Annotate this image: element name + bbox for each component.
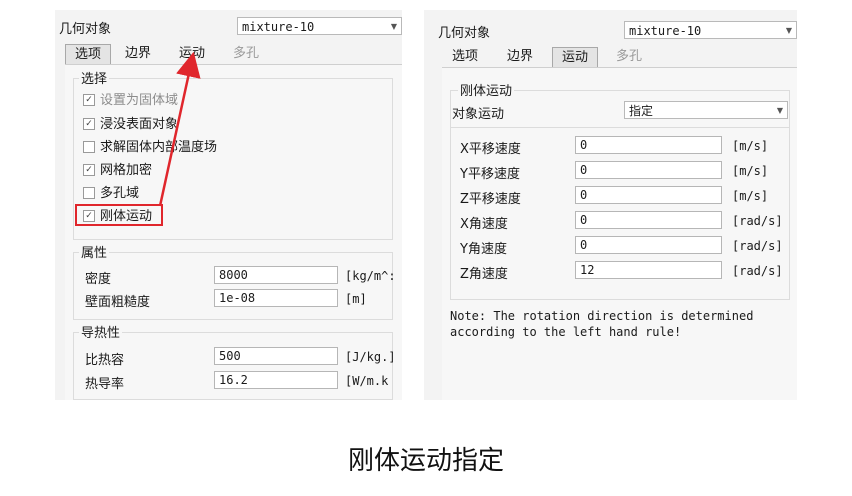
x-angular-speed-unit: [rad/s]: [732, 214, 783, 228]
checkbox-icon: [83, 186, 95, 199]
tab-motion[interactable]: 运动: [552, 47, 598, 67]
x-translation-speed-unit: [m/s]: [732, 139, 769, 153]
checkbox-label: 浸没表面对象: [100, 117, 179, 132]
checkbox-icon: ✓: [83, 93, 95, 106]
thermal-conductivity-input[interactable]: 16.2: [214, 371, 338, 389]
specific-heat-label: 比热容: [85, 353, 125, 368]
x-angular-speed-label: X角速度: [460, 217, 508, 232]
tab-options[interactable]: 选项: [65, 44, 111, 64]
rigid-motion-highlight-box: [75, 204, 163, 226]
y-angular-speed-input[interactable]: 0: [575, 236, 722, 254]
geometry-object-value: mixture-10: [242, 20, 315, 34]
density-unit: [kg/m^:: [345, 269, 396, 283]
tab-boundary[interactable]: 边界: [115, 44, 161, 64]
geometry-object-label: 几何对象: [59, 22, 112, 37]
density-label: 密度: [85, 272, 112, 287]
chevron-down-icon: ▼: [390, 22, 397, 31]
rotation-note-line-1: Note: The rotation direction is determin…: [450, 309, 754, 323]
y-translation-speed-input[interactable]: 0: [575, 161, 722, 179]
thermal-conductivity-label: 热导率: [85, 377, 125, 392]
checkbox-porous-domain[interactable]: 多孔域: [83, 184, 139, 204]
geometry-object-value: mixture-10: [629, 24, 702, 38]
checkbox-immersed-surface[interactable]: ✓ 浸没表面对象: [83, 115, 178, 135]
y-translation-speed-label: Y平移速度: [460, 167, 520, 182]
tab-options[interactable]: 选项: [442, 47, 488, 67]
property-group-title: 属性: [79, 242, 110, 261]
x-angular-speed-input[interactable]: 0: [575, 211, 722, 229]
checkbox-solve-solid-temperature[interactable]: 求解固体内部温度场: [83, 138, 217, 158]
tab-porous[interactable]: 多孔: [223, 44, 269, 64]
thermal-group-title: 导热性: [79, 322, 123, 341]
wall-roughness-input[interactable]: 1e-08: [214, 289, 338, 307]
z-angular-speed-input[interactable]: 12: [575, 261, 722, 279]
z-translation-speed-unit: [m/s]: [732, 189, 769, 203]
checkbox-label: 多孔域: [100, 186, 140, 201]
tab-bar: 选项 边界 运动 多孔: [442, 47, 782, 67]
select-group-title: 选择: [79, 68, 110, 87]
checkbox-icon: [83, 140, 95, 153]
z-angular-speed-unit: [rad/s]: [732, 264, 783, 278]
figure-caption: 刚体运动指定: [347, 446, 504, 476]
specific-heat-unit: [J/kg.]: [345, 350, 396, 364]
wall-roughness-label: 壁面粗糙度: [85, 295, 151, 310]
y-translation-speed-unit: [m/s]: [732, 164, 769, 178]
object-motion-label: 对象运动: [452, 107, 505, 122]
rotation-note-line-2: according to the left hand rule!: [450, 325, 682, 339]
z-translation-speed-input[interactable]: 0: [575, 186, 722, 204]
right-properties-panel: 几何对象 mixture-10 ▼ 选项 边界 运动 多孔 刚体运动 对象运动 …: [424, 10, 797, 400]
tab-motion[interactable]: 运动: [169, 44, 215, 64]
x-translation-speed-input[interactable]: 0: [575, 136, 722, 154]
rigid-motion-group-title: 刚体运动: [458, 80, 515, 99]
checkbox-icon: ✓: [83, 163, 95, 176]
checkbox-label: 设置为固体域: [100, 93, 179, 108]
checkbox-set-solid-domain[interactable]: ✓ 设置为固体域: [83, 91, 178, 111]
z-translation-speed-label: Z平移速度: [460, 192, 521, 207]
z-angular-speed-label: Z角速度: [460, 267, 508, 282]
tab-boundary[interactable]: 边界: [497, 47, 543, 67]
checkbox-mesh-refinement[interactable]: ✓ 网格加密: [83, 161, 152, 181]
density-input[interactable]: 8000: [214, 266, 338, 284]
x-translation-speed-label: X平移速度: [460, 142, 521, 157]
tab-bar: 选项 边界 运动 多孔: [65, 44, 395, 64]
object-motion-dropdown[interactable]: 指定 ▼: [624, 101, 788, 119]
object-motion-value: 指定: [629, 104, 654, 118]
geometry-object-label: 几何对象: [438, 26, 491, 41]
thermal-conductivity-unit: [W/m.k: [345, 374, 389, 388]
checkbox-icon: ✓: [83, 117, 95, 130]
tab-porous[interactable]: 多孔: [606, 47, 652, 67]
geometry-object-dropdown[interactable]: mixture-10 ▼: [624, 21, 797, 39]
y-angular-speed-label: Y角速度: [460, 242, 507, 257]
specific-heat-input[interactable]: 500: [214, 347, 338, 365]
wall-roughness-unit: [m]: [345, 292, 367, 306]
chevron-down-icon: ▼: [776, 106, 783, 115]
checkbox-label: 网格加密: [100, 163, 153, 178]
y-angular-speed-unit: [rad/s]: [732, 239, 783, 253]
checkbox-label: 求解固体内部温度场: [100, 140, 218, 155]
chevron-down-icon: ▼: [785, 26, 792, 35]
geometry-object-dropdown[interactable]: mixture-10 ▼: [237, 17, 402, 35]
